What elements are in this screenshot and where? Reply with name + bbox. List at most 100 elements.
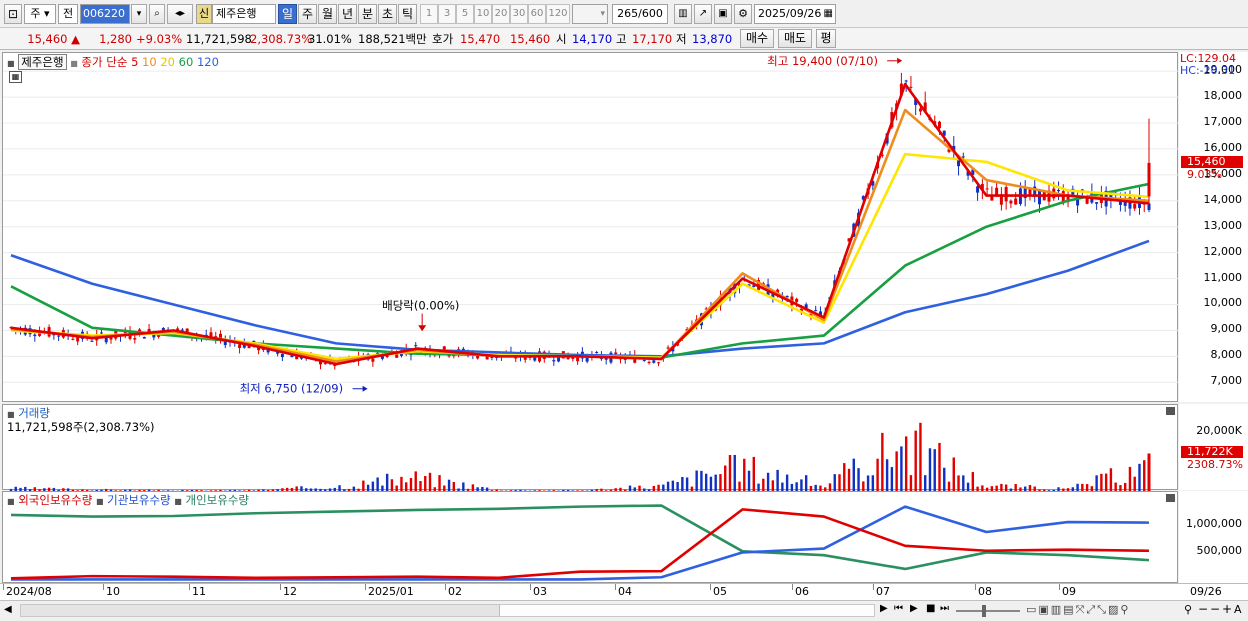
interval-120-button[interactable]: 120	[546, 4, 570, 24]
candle-body	[552, 360, 556, 362]
search-icon[interactable]: ⌕	[149, 4, 165, 24]
code-dropdown-icon[interactable]: ▾	[131, 4, 147, 24]
zoom-out-icon[interactable]: −	[1198, 602, 1208, 616]
stock-name: 제주은행	[216, 7, 257, 20]
calendar-icon[interactable]: ▦	[824, 5, 833, 23]
candle-body	[961, 156, 965, 158]
period-month-button[interactable]: 월	[318, 4, 337, 24]
zoom-in-icon[interactable]: +	[1222, 602, 1232, 616]
x-axis-tick	[710, 584, 711, 590]
stop-icon[interactable]: ■	[926, 603, 935, 614]
volume-bar	[804, 475, 808, 491]
candle-body	[1028, 189, 1032, 195]
ma20-legend: 20	[160, 55, 175, 69]
x-axis-tick	[530, 584, 531, 590]
interval-30-button[interactable]: 30	[510, 4, 528, 24]
grid-toggle-icon[interactable]: ▦	[9, 71, 22, 83]
interval-3-button[interactable]: 3	[438, 4, 456, 24]
volume-tick: 20,000K	[1196, 424, 1242, 437]
holdings-tick-label: 500,000	[1196, 544, 1243, 558]
period-minute-button[interactable]: 분	[358, 4, 377, 24]
hc-label: HC:-20.31	[1180, 64, 1236, 77]
volume-bar	[666, 481, 670, 491]
candle-body	[918, 108, 922, 112]
volume-bar	[1100, 473, 1103, 491]
candle-body	[657, 362, 661, 364]
period-day-button[interactable]: 일	[278, 4, 297, 24]
ma10-line	[10, 108, 1150, 363]
window-icon[interactable]: ⊡	[4, 4, 22, 24]
volume-last-tag: 11,722K	[1181, 446, 1243, 459]
forward-icon[interactable]: ⏭	[940, 603, 949, 614]
rewind-icon[interactable]: ⏮	[894, 603, 903, 614]
x-axis-tick	[975, 584, 976, 590]
x-axis-tick	[3, 584, 4, 590]
panel-close-icon[interactable]	[1166, 407, 1175, 415]
interval-60-button[interactable]: 60	[528, 4, 546, 24]
interval-1-button[interactable]: 1	[420, 4, 438, 24]
zoom-slider-handle[interactable]	[982, 605, 986, 617]
candle-type-icon[interactable]: ▥	[674, 4, 692, 24]
volume-bar	[885, 459, 889, 491]
sell-button[interactable]: 매도	[778, 29, 812, 48]
candle-body	[99, 332, 103, 334]
x-axis: 2024/08 10 11 12 2025/01 02 03 04 05 06 07 08 09 09/2…	[0, 583, 1248, 600]
candle-body	[71, 338, 75, 340]
stock-code-input[interactable]: 006220	[80, 4, 130, 24]
volume-bar	[800, 479, 803, 491]
volume-bar	[852, 458, 855, 491]
candle-body	[814, 310, 818, 312]
price-tick-label: 16,000	[1203, 140, 1243, 154]
last-pct-tag: 9.03%	[1187, 167, 1222, 181]
stock-name-legend[interactable]: 제주은행	[18, 54, 67, 70]
volume-bar	[709, 476, 713, 491]
candle-body	[795, 298, 799, 303]
zoom-slider[interactable]	[956, 605, 1020, 617]
date-field[interactable]: 2025/09/26 ▦	[754, 4, 836, 24]
panel-close-icon[interactable]	[1166, 494, 1175, 502]
price-panel: 최고 19,400 (07/10) 최저 6,750 (12/09) 배당락(0.0…	[2, 52, 1179, 402]
stock-name-field[interactable]: 제주은행	[212, 4, 276, 24]
volume-bar	[971, 472, 975, 491]
volume-bar	[857, 468, 860, 491]
drawing-tools-icons[interactable]: ▭▣▥▤⤧⤢⤡▨⚲	[1026, 603, 1130, 617]
volume-bar	[700, 470, 703, 491]
interval-20-button[interactable]: 20	[492, 4, 510, 24]
last-price-tag: 15,460	[1181, 155, 1243, 168]
prev-button[interactable]: 전	[58, 4, 78, 24]
data-count-field[interactable]: 265/600	[612, 4, 668, 24]
volume-bar	[762, 478, 765, 491]
speaker-icon[interactable]: ◂▸	[167, 4, 193, 24]
volume-bar	[405, 482, 408, 491]
volume-bar	[966, 482, 970, 491]
flat-button[interactable]: 평	[816, 29, 836, 48]
scroll-right-icon[interactable]: ▶	[880, 603, 888, 614]
volume-bar	[781, 482, 784, 491]
scrollbar-track[interactable]	[20, 604, 875, 617]
period-year-button[interactable]: 년	[338, 4, 357, 24]
volume-axis: 20,000K 11,722K 2308.73%	[1179, 404, 1248, 490]
save-icon[interactable]: ▣	[714, 4, 732, 24]
x-axis-label: 04	[618, 585, 632, 598]
volume-bar	[1085, 484, 1089, 491]
line-tool-icon[interactable]: ↗	[694, 4, 712, 24]
gear-icon[interactable]: ⚙	[734, 4, 752, 24]
volume-bar	[895, 451, 898, 491]
play-icon[interactable]: ▶	[910, 603, 918, 614]
new-badge[interactable]: 신	[196, 4, 212, 24]
scrollbar-thumb[interactable]	[499, 605, 874, 616]
market-select[interactable]: 주 ▾	[24, 4, 56, 24]
text-tool-icon[interactable]: A	[1234, 603, 1242, 616]
interval-5-button[interactable]: 5	[456, 4, 474, 24]
period-tick-button[interactable]: 틱	[398, 4, 417, 24]
buy-button[interactable]: 매수	[740, 29, 774, 48]
custom-interval-select[interactable]: ▾	[572, 4, 608, 24]
search-zoom-icon[interactable]: ⚲	[1184, 603, 1192, 616]
interval-10-button[interactable]: 10	[474, 4, 492, 24]
scroll-left-icon[interactable]: ◀	[4, 604, 12, 615]
period-week-button[interactable]: 주	[298, 4, 317, 24]
period-second-button[interactable]: 초	[378, 4, 397, 24]
volume-bar	[828, 483, 832, 491]
volume-bar	[685, 477, 689, 491]
minus-icon[interactable]: −	[1210, 602, 1220, 616]
